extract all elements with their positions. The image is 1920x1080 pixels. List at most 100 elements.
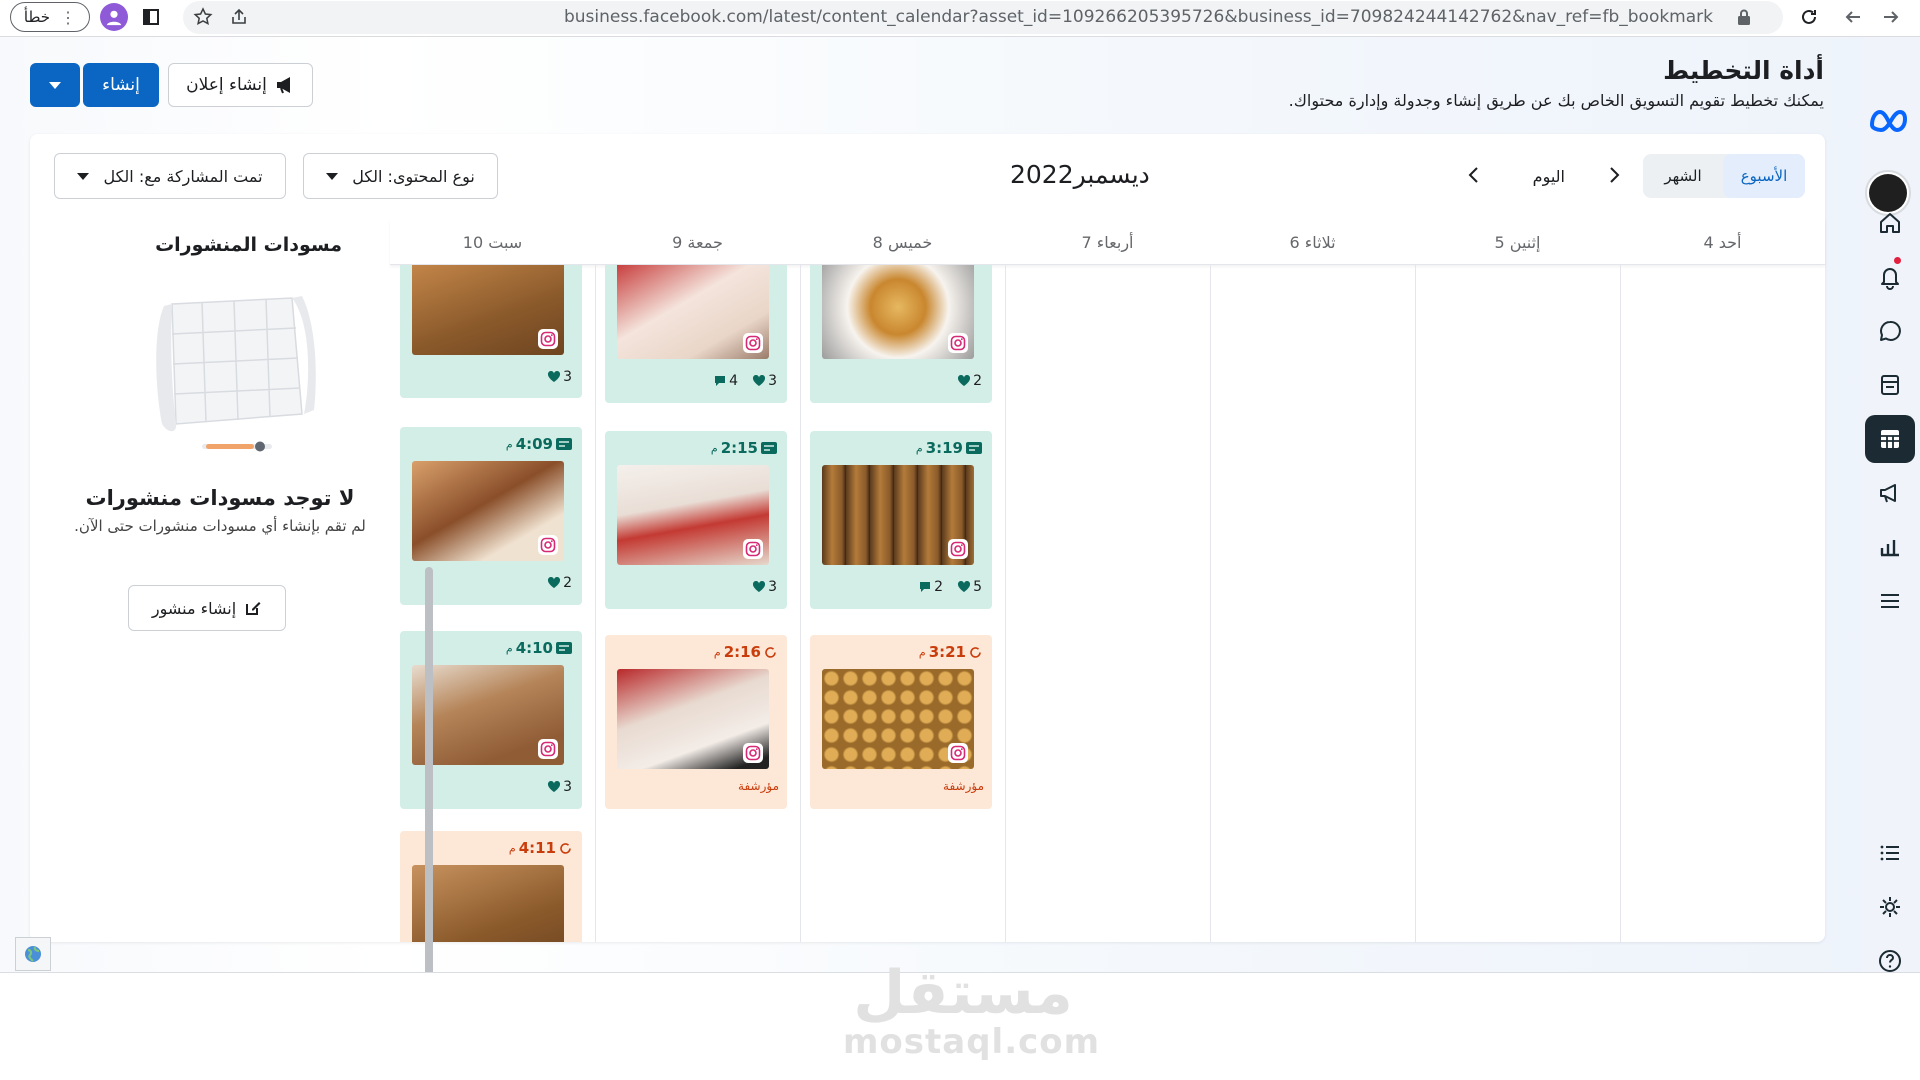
content-type-filter-label: نوع المحتوى: الكل [352, 166, 475, 186]
post-card-thu-3[interactable]: 3:21 م مؤرشفة [810, 635, 992, 809]
instagram-icon [948, 333, 968, 353]
instagram-icon [948, 539, 968, 559]
likes-metric: 3 [752, 579, 777, 595]
column-divider [595, 265, 596, 942]
post-card-fri-1[interactable]: 4 3 [605, 265, 787, 403]
post-metrics: 2 5 [918, 579, 982, 595]
language-globe-button[interactable] [15, 937, 51, 971]
browser-error-label: خطأ [23, 8, 51, 26]
create-button[interactable]: إنشاء [83, 63, 159, 107]
today-button[interactable]: اليوم [1533, 167, 1565, 186]
content-type-filter[interactable]: نوع المحتوى: الكل [303, 153, 498, 199]
post-card-sat-1[interactable]: 3 [400, 265, 582, 398]
empty-drafts-illustration [156, 296, 316, 452]
heart-icon [548, 780, 561, 792]
day-header-fri: جمعة 9 [672, 233, 723, 252]
calendar-icon [1881, 430, 1899, 448]
nav-notifications[interactable] [1865, 253, 1915, 301]
post-metrics: 3 [547, 779, 572, 795]
column-divider [1415, 265, 1416, 942]
hamburger-menu-icon [1881, 594, 1899, 608]
heart-icon [548, 576, 561, 588]
caret-down-icon [49, 81, 61, 89]
instagram-icon [538, 329, 558, 349]
post-card-thu-2[interactable]: 3:19 م 2 5 [810, 431, 992, 609]
post-type-icon [761, 442, 777, 454]
post-card-fri-3[interactable]: 2:16 م مؤرشفة [605, 635, 787, 809]
archived-status: مؤرشفة [738, 779, 779, 793]
forward-arrow-icon[interactable] [1879, 5, 1903, 29]
column-divider [1210, 265, 1211, 942]
post-card-fri-2[interactable]: 2:15 م 3 [605, 431, 787, 609]
day-header-thu: خميس 8 [872, 233, 933, 252]
nav-settings[interactable] [1865, 883, 1915, 931]
browser-error-button[interactable]: خطأ ⋮ [10, 2, 90, 32]
post-thumbnail [822, 465, 974, 565]
refresh-circle-icon [560, 842, 571, 854]
comment-icon [920, 582, 931, 592]
day-header-wed: أربعاء 7 [1081, 233, 1134, 252]
instagram-icon [743, 743, 763, 763]
nav-ads[interactable] [1865, 469, 1915, 517]
grid-scrollbar[interactable] [425, 567, 433, 1017]
create-post-label: إنشاء منشور [151, 598, 237, 618]
page-title: أداة التخطيط [1663, 56, 1824, 85]
post-time: 4:09 م [506, 435, 572, 453]
month-view-button[interactable]: الشهر [1643, 154, 1723, 198]
heart-icon [958, 580, 971, 592]
heart-icon [958, 374, 971, 386]
chat-bubble-icon [1880, 320, 1901, 341]
page-subtitle: يمكنك تخطيط تقويم التسويق الخاص بك عن طر… [1288, 91, 1824, 110]
shared-with-filter[interactable]: تمت المشاركة مع: الكل [54, 153, 286, 199]
next-week-chevron-icon[interactable] [1603, 164, 1625, 186]
back-arrow-icon[interactable] [1841, 5, 1865, 29]
calendar-card: الأسبوع الشهر اليوم ديسمبر2022 نوع المحت… [30, 134, 1825, 1017]
side-panel-icon[interactable] [139, 5, 163, 29]
nav-inbox[interactable] [1865, 307, 1915, 355]
share-icon[interactable] [227, 5, 251, 29]
create-ad-button[interactable]: إنشاء إعلان [168, 63, 313, 107]
create-post-button[interactable]: إنشاء منشور [128, 585, 286, 631]
post-thumbnail [617, 265, 769, 359]
post-type-icon [966, 442, 982, 454]
empty-drafts-title: لا توجد مسودات منشورات [85, 486, 355, 510]
content-pages-icon [1881, 375, 1899, 395]
column-divider [1620, 265, 1621, 942]
list-icon [1880, 845, 1899, 861]
comments-metric: 4 [713, 373, 738, 389]
nav-home[interactable] [1865, 199, 1915, 247]
refresh-circle-icon [970, 646, 981, 658]
post-thumbnail [617, 669, 769, 769]
globe-icon [25, 946, 41, 962]
nav-insights[interactable] [1865, 523, 1915, 571]
previous-week-chevron-icon[interactable] [1463, 164, 1485, 186]
person-icon [106, 10, 122, 26]
likes-metric: 5 [957, 579, 982, 595]
post-time: 3:19 م [916, 439, 982, 457]
instagram-icon [538, 739, 558, 759]
nav-planner[interactable] [1865, 415, 1915, 463]
view-toggle: الأسبوع الشهر [1643, 154, 1805, 198]
nav-all-tools[interactable] [1865, 829, 1915, 877]
create-ad-label: إنشاء إعلان [186, 75, 267, 95]
likes-metric: 3 [547, 779, 572, 795]
week-view-button[interactable]: الأسبوع [1723, 154, 1805, 198]
reload-icon[interactable] [1797, 5, 1821, 29]
address-bar[interactable]: business.facebook.com/latest/content_cal… [183, 1, 1783, 34]
watermark-arabic: مستقل [853, 958, 1073, 1028]
create-dropdown-button[interactable] [30, 63, 80, 107]
meta-logo-icon[interactable] [1868, 105, 1912, 135]
day-header-mon: إثنين 5 [1494, 233, 1541, 252]
notification-dot [1894, 257, 1901, 264]
instagram-icon [743, 539, 763, 559]
nav-content[interactable] [1865, 361, 1915, 409]
megaphone-icon [276, 77, 290, 94]
likes-metric: 2 [957, 373, 982, 389]
bookmark-star-icon[interactable] [191, 5, 215, 29]
caret-down-icon [77, 172, 90, 180]
post-card-thu-1[interactable]: 2 [810, 265, 992, 403]
nav-menu[interactable] [1865, 577, 1915, 625]
browser-profile-avatar[interactable] [100, 3, 128, 31]
watermark-latin: mostaql.com [843, 1022, 1101, 1062]
instagram-icon [948, 743, 968, 763]
